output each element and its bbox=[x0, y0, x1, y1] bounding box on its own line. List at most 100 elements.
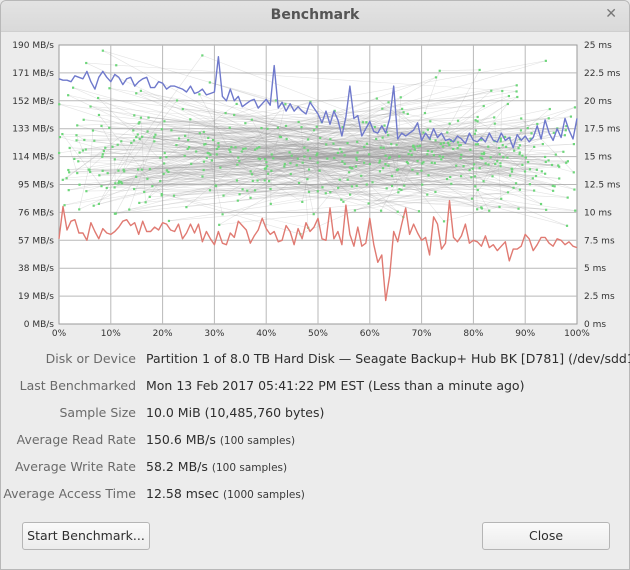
access-time-point bbox=[565, 224, 569, 227]
info-label: Average Write Rate bbox=[15, 459, 136, 474]
access-time-point bbox=[488, 209, 491, 212]
access-time-point bbox=[396, 210, 399, 213]
access-time-point bbox=[153, 136, 156, 139]
access-time-point bbox=[487, 145, 490, 148]
access-time-point bbox=[241, 188, 244, 191]
close-button[interactable]: Close bbox=[482, 522, 610, 550]
y-left-tick-label: 152 MB/s bbox=[12, 97, 54, 107]
access-time-note: (1000 samples) bbox=[223, 489, 305, 501]
access-time-point bbox=[459, 143, 462, 147]
access-time-point bbox=[455, 164, 458, 167]
access-time-point bbox=[170, 129, 173, 132]
access-time-point bbox=[378, 161, 381, 164]
access-time-point bbox=[535, 168, 538, 171]
access-time-point bbox=[353, 209, 357, 212]
access-time-point bbox=[406, 112, 409, 116]
access-time-point bbox=[206, 152, 209, 155]
access-time-point bbox=[71, 86, 75, 89]
access-time-point bbox=[398, 187, 401, 191]
access-time-point bbox=[348, 171, 351, 174]
y-right-tick-label: 10 ms bbox=[584, 208, 612, 218]
access-time-point bbox=[339, 147, 342, 151]
access-time-point bbox=[201, 54, 204, 57]
access-time-point bbox=[218, 223, 221, 226]
access-time-point bbox=[102, 149, 105, 153]
access-time-point bbox=[163, 162, 166, 165]
close-icon[interactable]: ✕ bbox=[605, 6, 617, 22]
access-time-point bbox=[447, 141, 450, 145]
y-right-tick-label: 2.5 ms bbox=[584, 292, 615, 302]
y-left-tick-label: 114 MB/s bbox=[12, 153, 54, 163]
access-time-point bbox=[384, 154, 387, 157]
access-time-point bbox=[75, 134, 78, 137]
access-time-point bbox=[378, 159, 382, 162]
access-time-point bbox=[473, 175, 477, 178]
access-time-point bbox=[135, 92, 138, 95]
access-time-point bbox=[104, 146, 107, 149]
start-benchmark-button[interactable]: Start Benchmark... bbox=[22, 522, 150, 550]
access-time-point bbox=[113, 186, 116, 189]
access-time-point bbox=[439, 142, 443, 145]
access-time-point bbox=[143, 190, 146, 193]
access-time-point bbox=[498, 153, 501, 156]
access-time-point bbox=[128, 208, 131, 211]
x-tick-label: 90% bbox=[515, 329, 535, 339]
access-time-point bbox=[97, 113, 101, 117]
access-time-point bbox=[201, 175, 204, 178]
access-time-point bbox=[167, 219, 171, 223]
access-time-point bbox=[263, 179, 266, 182]
access-time-point bbox=[390, 174, 394, 178]
access-time-point bbox=[202, 168, 205, 172]
y-left-tick-label: 19 MB/s bbox=[18, 292, 54, 302]
access-time-point bbox=[459, 157, 462, 160]
access-time-point bbox=[421, 183, 424, 186]
access-time-point bbox=[442, 141, 445, 145]
access-time-point bbox=[101, 155, 104, 158]
y-right-tick-label: 22.5 ms bbox=[584, 69, 621, 79]
access-time-point bbox=[258, 157, 262, 161]
access-time-point bbox=[356, 151, 359, 154]
access-time-point bbox=[256, 179, 259, 182]
access-time-point bbox=[550, 163, 554, 167]
access-time-point bbox=[473, 163, 476, 166]
access-time-point bbox=[312, 213, 315, 216]
access-time-point bbox=[401, 107, 404, 110]
access-time-point bbox=[106, 172, 109, 175]
access-time-point bbox=[517, 146, 520, 150]
x-tick-label: 0% bbox=[52, 329, 67, 339]
access-time-point bbox=[456, 147, 459, 150]
access-time-point bbox=[512, 186, 515, 189]
access-time-point bbox=[343, 162, 346, 165]
access-time-point bbox=[120, 140, 123, 143]
access-time-point bbox=[303, 146, 306, 149]
read-rate-note: (100 samples) bbox=[219, 435, 296, 447]
access-time-point bbox=[228, 148, 231, 151]
access-time-point bbox=[329, 138, 332, 141]
access-time-point bbox=[355, 184, 358, 187]
access-time-point bbox=[422, 131, 425, 134]
y-right-tick-label: 17.5 ms bbox=[584, 125, 621, 135]
access-time-point bbox=[283, 162, 286, 166]
access-time-point bbox=[390, 142, 393, 146]
access-time-point bbox=[356, 140, 359, 143]
x-tick-label: 30% bbox=[204, 329, 224, 339]
access-time-point bbox=[416, 159, 419, 163]
access-time-point bbox=[416, 172, 419, 175]
access-time-point bbox=[552, 189, 555, 192]
access-time-point bbox=[101, 49, 104, 52]
x-tick-label: 100% bbox=[564, 329, 590, 339]
access-time-point bbox=[332, 142, 335, 145]
access-time-point bbox=[307, 168, 311, 171]
access-time-point bbox=[440, 158, 443, 161]
access-time-point bbox=[341, 160, 344, 163]
access-time-point bbox=[490, 89, 493, 92]
access-time-point bbox=[468, 168, 471, 172]
access-time-point bbox=[446, 131, 449, 134]
access-time-point bbox=[136, 168, 140, 171]
access-time-point bbox=[187, 146, 191, 149]
access-time-point bbox=[487, 163, 490, 166]
access-time-point bbox=[159, 156, 162, 159]
access-time-point bbox=[316, 161, 319, 164]
access-time-point bbox=[544, 59, 547, 62]
access-time-point bbox=[528, 168, 532, 171]
